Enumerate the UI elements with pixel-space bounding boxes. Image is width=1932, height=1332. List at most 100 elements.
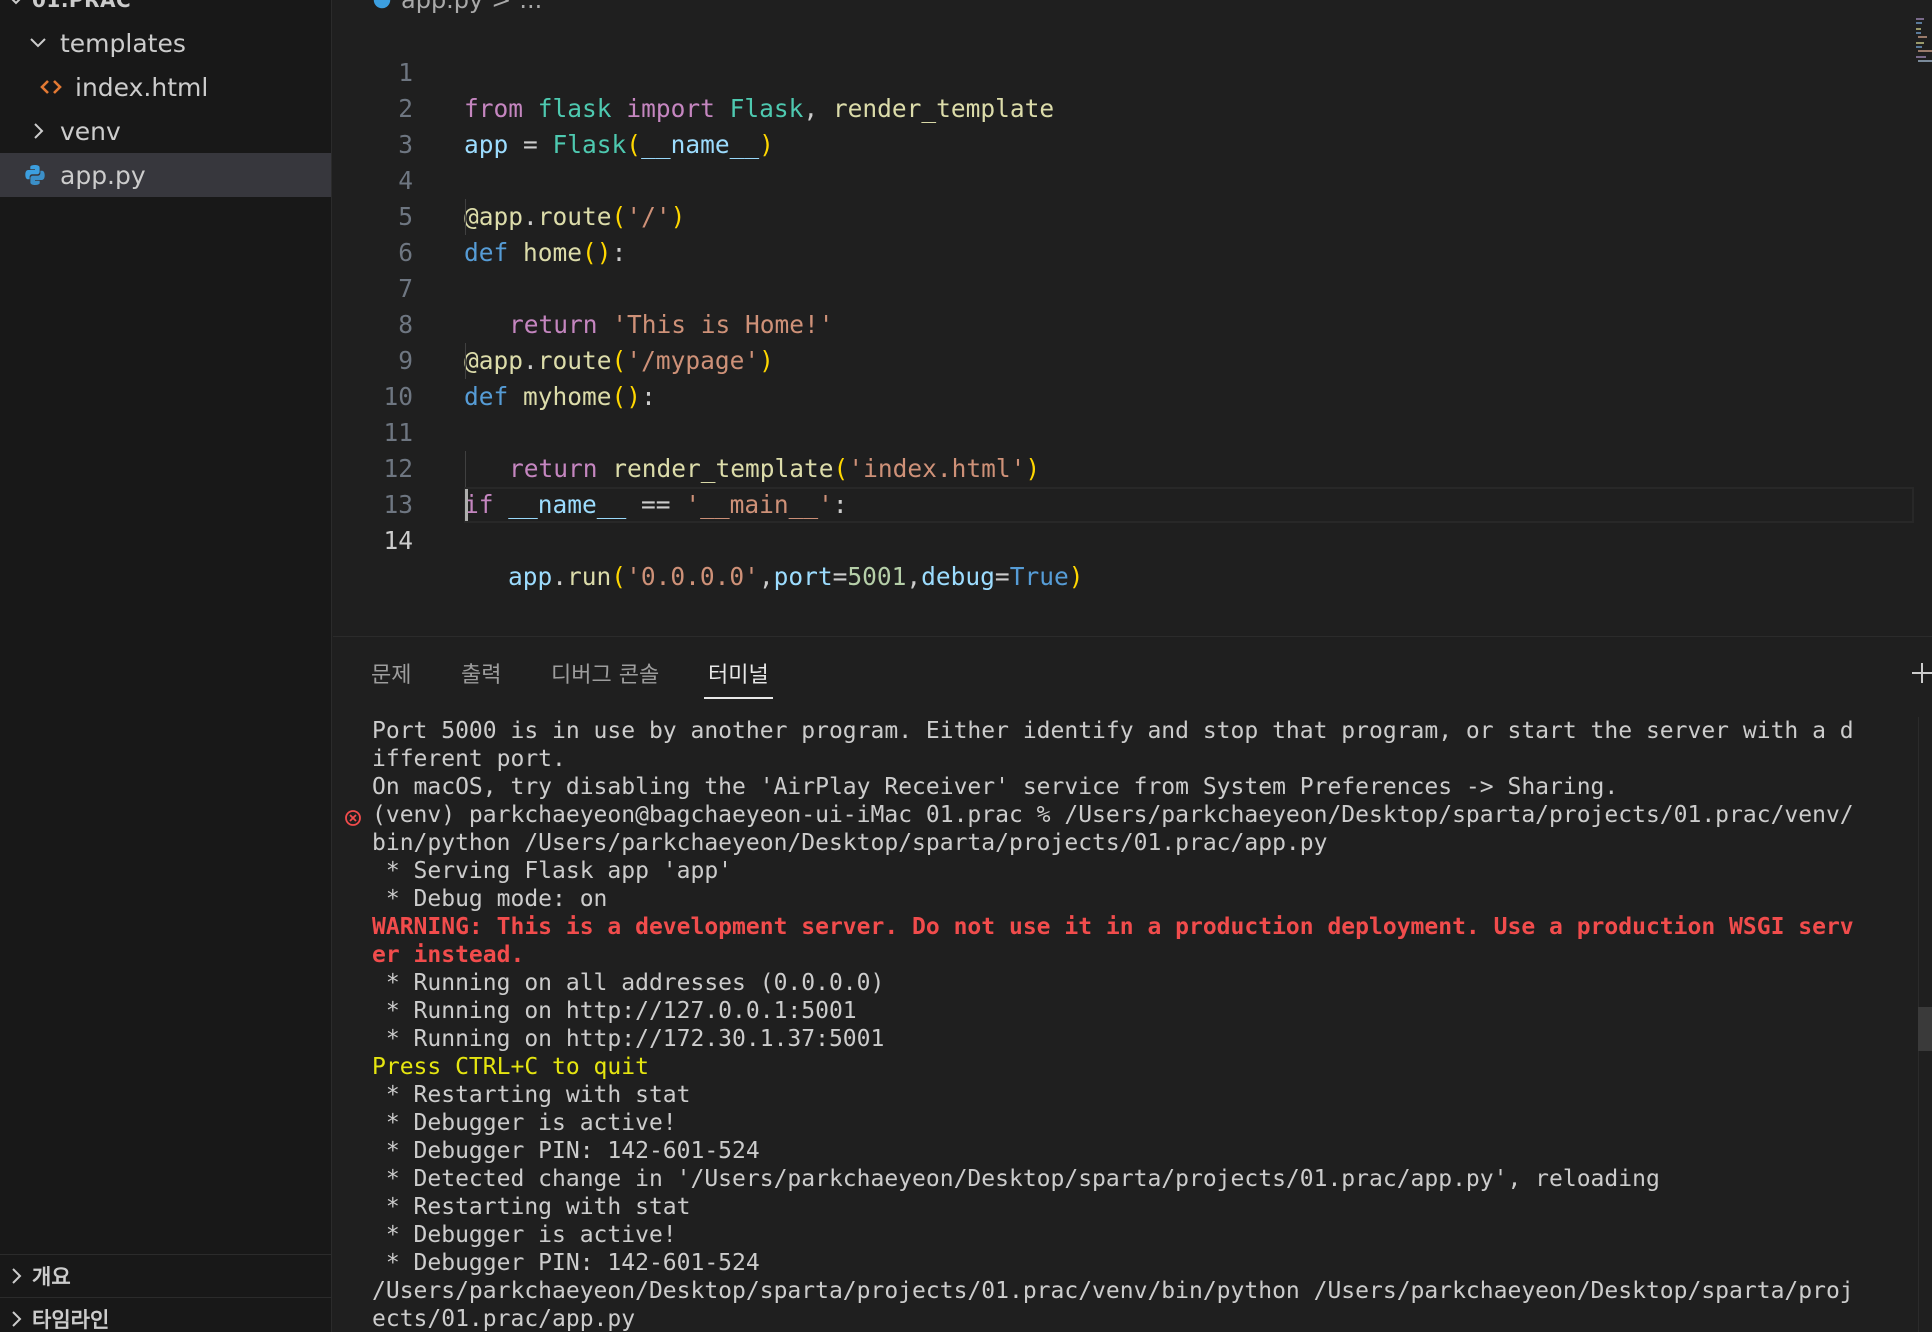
terminal-line: * Running on http://127.0.0.1:5001 <box>372 997 1912 1025</box>
code-line[interactable]: 6 return 'This is Home!' <box>333 199 1913 339</box>
code-line[interactable]: 10 return render_template('index.html') <box>333 343 1913 483</box>
tab-label: 문제 <box>371 663 412 688</box>
html-file-icon <box>38 74 64 100</box>
terminal-line: On macOS, try disabling the 'AirPlay Rec… <box>372 773 1912 801</box>
tab-problems[interactable]: 문제 <box>371 657 411 697</box>
terminal-line: Press CTRL+C to quit <box>372 1053 1912 1081</box>
code-line[interactable]: 4 @app.route('/') <box>333 127 1913 231</box>
text-cursor <box>465 489 468 521</box>
chevron-right-icon <box>4 1264 28 1288</box>
timeline-section-header[interactable]: 타임라인 <box>0 1297 331 1332</box>
indent-guide <box>465 343 466 379</box>
tree-item-index-html[interactable]: index.html <box>0 65 331 109</box>
code-line[interactable]: 9 def myhome(): <box>333 307 1913 411</box>
terminal-line-text: * Restarting with stat <box>372 1194 691 1220</box>
terminal-scrollbar[interactable] <box>1918 717 1932 1332</box>
terminal-line-text: On macOS, try disabling the 'AirPlay Rec… <box>372 774 1619 800</box>
terminal-line: * Restarting with stat <box>372 1081 1912 1109</box>
terminal-line-text: * Restarting with stat <box>372 1082 691 1108</box>
code-line[interactable]: 3 <box>333 91 1913 159</box>
tree-item-templates[interactable]: templates <box>0 21 331 65</box>
terminal-line-text: bin/python /Users/parkchaeyeon/Desktop/s… <box>372 830 1328 856</box>
chevron-down-icon <box>4 0 28 12</box>
terminal-line-text: WARNING: This is a development server. D… <box>372 914 1854 940</box>
chevron-right-icon <box>4 1307 28 1331</box>
tree-item-label: templates <box>60 28 186 58</box>
outline-section-label: 개요 <box>32 1264 71 1289</box>
minimap[interactable] <box>1914 16 1932 76</box>
code-line[interactable]: 7 <box>333 235 1913 303</box>
tree-item-app-py[interactable]: app.py <box>0 153 331 197</box>
terminal-line: * Running on http://172.30.1.37:5001 <box>372 1025 1912 1053</box>
code-line[interactable]: 8 @app.route('/mypage') <box>333 271 1913 375</box>
terminal-line-text: Press CTRL+C to quit <box>372 1054 649 1080</box>
chevron-down-icon <box>26 31 50 55</box>
python-file-icon <box>22 162 48 188</box>
tree-item-label: app.py <box>60 160 146 190</box>
code-line[interactable]: 11 <box>333 379 1913 447</box>
python-file-icon <box>371 0 393 11</box>
current-line-highlight <box>464 487 1914 523</box>
breadcrumb-separator: > <box>491 0 512 14</box>
terminal-line: * Running on all addresses (0.0.0.0) <box>372 969 1912 997</box>
terminal-line-text: * Detected change in '/Users/parkchaeyeo… <box>372 1166 1660 1192</box>
terminal-line: /Users/parkchaeyeon/Desktop/sparta/proje… <box>372 1277 1912 1305</box>
tab-output[interactable]: 출력 <box>461 657 501 697</box>
tab-debug-console[interactable]: 디버그 콘솔 <box>551 657 659 697</box>
active-tab-indicator <box>704 697 773 699</box>
terminal-line: bin/python /Users/parkchaeyeon/Desktop/s… <box>372 829 1912 857</box>
terminal-line: ects/01.prac/app.py <box>372 1305 1912 1332</box>
indent-guide <box>465 451 466 487</box>
tree-item-label: venv <box>60 116 121 146</box>
explorer-root-label: 01.PRAC <box>32 0 132 12</box>
breadcrumb-rest[interactable]: ... <box>519 0 542 14</box>
code-editor[interactable]: app.py > ... 1 from flask import Flask, … <box>333 0 1932 636</box>
indent-guide <box>465 199 466 235</box>
line-number: 14 <box>383 526 413 555</box>
terminal-line-text: /Users/parkchaeyeon/Desktop/sparta/proje… <box>372 1278 1854 1304</box>
error-circle-icon[interactable] <box>344 806 362 826</box>
terminal-line: er instead. <box>372 941 1912 969</box>
terminal-line: Port 5000 is in use by another program. … <box>372 717 1912 745</box>
scrollbar-thumb[interactable] <box>1918 1007 1932 1051</box>
code-line-active[interactable]: 14 <box>333 487 1914 555</box>
terminal-line: * Detected change in '/Users/parkchaeyeo… <box>372 1165 1912 1193</box>
terminal-line-text: * Running on all addresses (0.0.0.0) <box>372 970 885 996</box>
explorer-root[interactable]: 01.PRAC <box>0 0 331 22</box>
terminal-line: WARNING: This is a development server. D… <box>372 913 1912 941</box>
terminal-line-text: * Debug mode: on <box>372 886 608 912</box>
tab-label: 출력 <box>461 663 502 688</box>
terminal-line-text: * Running on http://127.0.0.1:5001 <box>372 998 857 1024</box>
plus-icon[interactable] <box>1908 659 1932 687</box>
terminal-line-text: ects/01.prac/app.py <box>372 1306 636 1332</box>
terminal-line: * Debug mode: on <box>372 885 1912 913</box>
breadcrumb: app.py > ... <box>371 0 542 14</box>
bottom-panel: 문제 출력 디버그 콘솔 터미널 Port 5000 is in use by … <box>333 636 1932 1332</box>
terminal-output[interactable]: Port 5000 is in use by another program. … <box>345 717 1912 1332</box>
terminal-line: * Debugger PIN: 142-601-524 <box>372 1249 1912 1277</box>
code-line[interactable]: 2 app = Flask(__name__) <box>333 55 1913 159</box>
breadcrumb-file[interactable]: app.py <box>401 0 483 14</box>
terminal-line: * Debugger is active! <box>372 1221 1912 1249</box>
terminal-line-text: * Debugger PIN: 142-601-524 <box>372 1138 760 1164</box>
terminal-line-text: * Serving Flask app 'app' <box>372 858 733 884</box>
terminal-line: * Serving Flask app 'app' <box>372 857 1912 885</box>
terminal-line-text: * Debugger is active! <box>372 1110 677 1136</box>
code-line[interactable]: 5 def home(): <box>333 163 1913 267</box>
code-line[interactable]: 1 from flask import Flask, render_templa… <box>333 19 1913 123</box>
tree-item-venv[interactable]: venv <box>0 109 331 153</box>
terminal-line-text: (venv) parkchaeyeon@bagchaeyeon-ui-iMac … <box>372 802 1854 828</box>
terminal-line-text: Port 5000 is in use by another program. … <box>372 718 1854 744</box>
tab-terminal[interactable]: 터미널 <box>704 657 773 699</box>
explorer-sidebar: 01.PRAC templates index.html venv app.py <box>0 0 332 1332</box>
terminal-line: (venv) parkchaeyeon@bagchaeyeon-ui-iMac … <box>345 801 1912 829</box>
chevron-right-icon <box>26 119 50 143</box>
tree-item-label: index.html <box>75 72 209 102</box>
terminal-line: * Restarting with stat <box>372 1193 1912 1221</box>
terminal-line-text: * Debugger is active! <box>372 1222 677 1248</box>
outline-section-header[interactable]: 개요 <box>0 1254 331 1296</box>
code-line[interactable]: 12 if __name__ == '__main__': <box>333 415 1913 519</box>
tab-label: 디버그 콘솔 <box>551 663 660 688</box>
line-code: app.run('0.0.0.0',port=5001,debug=True) <box>508 562 1084 591</box>
code-line[interactable]: 13 app.run('0.0.0.0',port=5001,debug=Tru… <box>333 451 1913 591</box>
